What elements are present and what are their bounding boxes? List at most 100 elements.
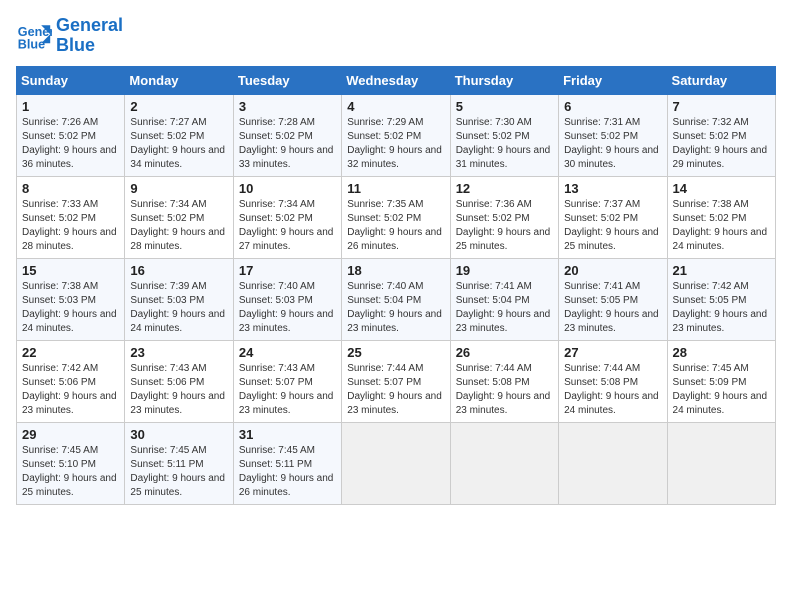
day-info: Sunrise: 7:44 AM Sunset: 5:08 PM Dayligh… (564, 362, 661, 418)
day-info: Sunrise: 7:26 AM Sunset: 5:02 PM Dayligh… (22, 116, 119, 172)
day-number: 11 (347, 181, 444, 196)
day-info: Sunrise: 7:43 AM Sunset: 5:06 PM Dayligh… (130, 362, 227, 418)
weekday-header: Saturday (667, 66, 775, 94)
day-info: Sunrise: 7:34 AM Sunset: 5:02 PM Dayligh… (239, 198, 336, 254)
calendar-week-row: 22 Sunrise: 7:42 AM Sunset: 5:06 PM Dayl… (17, 340, 776, 422)
day-info: Sunrise: 7:45 AM Sunset: 5:10 PM Dayligh… (22, 444, 119, 500)
day-number: 24 (239, 345, 336, 360)
weekday-header: Wednesday (342, 66, 450, 94)
day-info: Sunrise: 7:45 AM Sunset: 5:11 PM Dayligh… (130, 444, 227, 500)
day-info: Sunrise: 7:28 AM Sunset: 5:02 PM Dayligh… (239, 116, 336, 172)
day-number: 12 (456, 181, 553, 196)
day-number: 3 (239, 99, 336, 114)
day-number: 21 (673, 263, 770, 278)
day-number: 2 (130, 99, 227, 114)
day-info: Sunrise: 7:42 AM Sunset: 5:06 PM Dayligh… (22, 362, 119, 418)
day-info: Sunrise: 7:30 AM Sunset: 5:02 PM Dayligh… (456, 116, 553, 172)
day-number: 29 (22, 427, 119, 442)
day-info: Sunrise: 7:40 AM Sunset: 5:03 PM Dayligh… (239, 280, 336, 336)
day-number: 8 (22, 181, 119, 196)
calendar-day-cell (342, 422, 450, 504)
day-number: 1 (22, 99, 119, 114)
calendar-day-cell: 29 Sunrise: 7:45 AM Sunset: 5:10 PM Dayl… (17, 422, 125, 504)
calendar-day-cell: 25 Sunrise: 7:44 AM Sunset: 5:07 PM Dayl… (342, 340, 450, 422)
day-info: Sunrise: 7:38 AM Sunset: 5:03 PM Dayligh… (22, 280, 119, 336)
day-info: Sunrise: 7:44 AM Sunset: 5:08 PM Dayligh… (456, 362, 553, 418)
day-info: Sunrise: 7:29 AM Sunset: 5:02 PM Dayligh… (347, 116, 444, 172)
day-number: 18 (347, 263, 444, 278)
day-info: Sunrise: 7:45 AM Sunset: 5:11 PM Dayligh… (239, 444, 336, 500)
calendar-day-cell: 9 Sunrise: 7:34 AM Sunset: 5:02 PM Dayli… (125, 176, 233, 258)
day-number: 17 (239, 263, 336, 278)
calendar-day-cell: 21 Sunrise: 7:42 AM Sunset: 5:05 PM Dayl… (667, 258, 775, 340)
calendar-week-row: 1 Sunrise: 7:26 AM Sunset: 5:02 PM Dayli… (17, 94, 776, 176)
day-number: 15 (22, 263, 119, 278)
calendar-day-cell (450, 422, 558, 504)
logo-icon: General Blue (16, 18, 52, 54)
calendar-day-cell: 15 Sunrise: 7:38 AM Sunset: 5:03 PM Dayl… (17, 258, 125, 340)
day-info: Sunrise: 7:45 AM Sunset: 5:09 PM Dayligh… (673, 362, 770, 418)
day-number: 19 (456, 263, 553, 278)
calendar-day-cell: 6 Sunrise: 7:31 AM Sunset: 5:02 PM Dayli… (559, 94, 667, 176)
calendar-day-cell: 18 Sunrise: 7:40 AM Sunset: 5:04 PM Dayl… (342, 258, 450, 340)
day-number: 6 (564, 99, 661, 114)
calendar-day-cell: 10 Sunrise: 7:34 AM Sunset: 5:02 PM Dayl… (233, 176, 341, 258)
weekday-header: Tuesday (233, 66, 341, 94)
day-info: Sunrise: 7:35 AM Sunset: 5:02 PM Dayligh… (347, 198, 444, 254)
weekday-header: Sunday (17, 66, 125, 94)
calendar-day-cell: 7 Sunrise: 7:32 AM Sunset: 5:02 PM Dayli… (667, 94, 775, 176)
calendar-day-cell: 2 Sunrise: 7:27 AM Sunset: 5:02 PM Dayli… (125, 94, 233, 176)
logo: General Blue General Blue (16, 16, 123, 56)
calendar-week-row: 8 Sunrise: 7:33 AM Sunset: 5:02 PM Dayli… (17, 176, 776, 258)
weekday-header: Friday (559, 66, 667, 94)
day-number: 4 (347, 99, 444, 114)
calendar-day-cell: 22 Sunrise: 7:42 AM Sunset: 5:06 PM Dayl… (17, 340, 125, 422)
calendar-day-cell: 23 Sunrise: 7:43 AM Sunset: 5:06 PM Dayl… (125, 340, 233, 422)
day-number: 26 (456, 345, 553, 360)
weekday-header: Monday (125, 66, 233, 94)
day-number: 25 (347, 345, 444, 360)
day-number: 5 (456, 99, 553, 114)
day-number: 16 (130, 263, 227, 278)
day-number: 10 (239, 181, 336, 196)
calendar-week-row: 29 Sunrise: 7:45 AM Sunset: 5:10 PM Dayl… (17, 422, 776, 504)
day-info: Sunrise: 7:40 AM Sunset: 5:04 PM Dayligh… (347, 280, 444, 336)
calendar-day-cell: 11 Sunrise: 7:35 AM Sunset: 5:02 PM Dayl… (342, 176, 450, 258)
weekday-header-row: SundayMondayTuesdayWednesdayThursdayFrid… (17, 66, 776, 94)
day-number: 9 (130, 181, 227, 196)
calendar-day-cell: 5 Sunrise: 7:30 AM Sunset: 5:02 PM Dayli… (450, 94, 558, 176)
svg-text:Blue: Blue (18, 37, 45, 51)
calendar-day-cell: 30 Sunrise: 7:45 AM Sunset: 5:11 PM Dayl… (125, 422, 233, 504)
day-number: 22 (22, 345, 119, 360)
day-number: 7 (673, 99, 770, 114)
day-info: Sunrise: 7:37 AM Sunset: 5:02 PM Dayligh… (564, 198, 661, 254)
day-info: Sunrise: 7:39 AM Sunset: 5:03 PM Dayligh… (130, 280, 227, 336)
day-number: 14 (673, 181, 770, 196)
calendar-day-cell: 31 Sunrise: 7:45 AM Sunset: 5:11 PM Dayl… (233, 422, 341, 504)
calendar-day-cell: 13 Sunrise: 7:37 AM Sunset: 5:02 PM Dayl… (559, 176, 667, 258)
day-number: 13 (564, 181, 661, 196)
day-info: Sunrise: 7:41 AM Sunset: 5:04 PM Dayligh… (456, 280, 553, 336)
day-info: Sunrise: 7:44 AM Sunset: 5:07 PM Dayligh… (347, 362, 444, 418)
calendar-day-cell: 8 Sunrise: 7:33 AM Sunset: 5:02 PM Dayli… (17, 176, 125, 258)
calendar-day-cell: 28 Sunrise: 7:45 AM Sunset: 5:09 PM Dayl… (667, 340, 775, 422)
day-number: 30 (130, 427, 227, 442)
day-info: Sunrise: 7:34 AM Sunset: 5:02 PM Dayligh… (130, 198, 227, 254)
calendar-table: SundayMondayTuesdayWednesdayThursdayFrid… (16, 66, 776, 505)
calendar-day-cell: 12 Sunrise: 7:36 AM Sunset: 5:02 PM Dayl… (450, 176, 558, 258)
calendar-day-cell: 20 Sunrise: 7:41 AM Sunset: 5:05 PM Dayl… (559, 258, 667, 340)
page-header: General Blue General Blue (16, 16, 776, 56)
calendar-day-cell: 26 Sunrise: 7:44 AM Sunset: 5:08 PM Dayl… (450, 340, 558, 422)
calendar-body: 1 Sunrise: 7:26 AM Sunset: 5:02 PM Dayli… (17, 94, 776, 504)
calendar-day-cell: 24 Sunrise: 7:43 AM Sunset: 5:07 PM Dayl… (233, 340, 341, 422)
day-info: Sunrise: 7:42 AM Sunset: 5:05 PM Dayligh… (673, 280, 770, 336)
calendar-day-cell: 1 Sunrise: 7:26 AM Sunset: 5:02 PM Dayli… (17, 94, 125, 176)
calendar-day-cell (667, 422, 775, 504)
logo-text: General Blue (56, 16, 123, 56)
day-info: Sunrise: 7:31 AM Sunset: 5:02 PM Dayligh… (564, 116, 661, 172)
day-info: Sunrise: 7:43 AM Sunset: 5:07 PM Dayligh… (239, 362, 336, 418)
day-number: 27 (564, 345, 661, 360)
day-info: Sunrise: 7:36 AM Sunset: 5:02 PM Dayligh… (456, 198, 553, 254)
calendar-day-cell: 19 Sunrise: 7:41 AM Sunset: 5:04 PM Dayl… (450, 258, 558, 340)
day-info: Sunrise: 7:27 AM Sunset: 5:02 PM Dayligh… (130, 116, 227, 172)
